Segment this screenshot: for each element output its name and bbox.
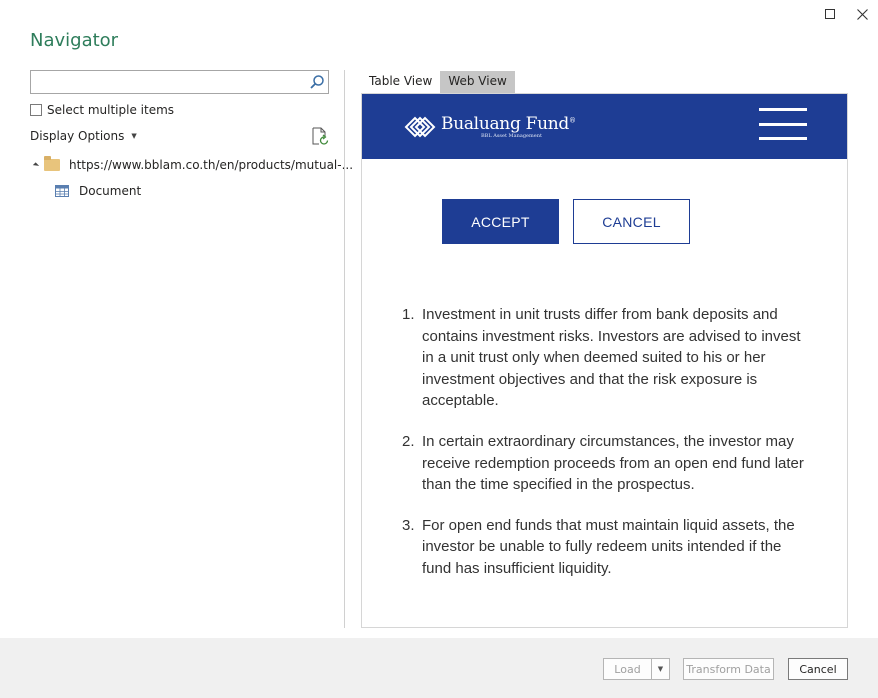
dialog-footer: Load ▼ Transform Data Cancel xyxy=(0,638,878,698)
close-button[interactable] xyxy=(852,4,872,24)
window-title: Navigator xyxy=(30,30,119,51)
web-view-preview[interactable]: Bualuang Fund® BBL Asset Management ACCE… xyxy=(361,93,848,628)
select-multiple-label: Select multiple items xyxy=(47,103,175,117)
search-input[interactable] xyxy=(31,71,301,93)
brand-name: Bualuang Fund xyxy=(441,113,570,134)
list-item: 3. For open end funds that must maintain… xyxy=(402,515,812,580)
tree-item-source[interactable]: https://www.bblam.co.th/en/products/mutu… xyxy=(32,156,354,172)
load-button[interactable]: Load xyxy=(603,658,652,680)
tree-item-document-label: Document xyxy=(79,184,142,198)
refresh-icon[interactable] xyxy=(311,127,329,146)
tree-item-document[interactable]: Document xyxy=(55,184,141,198)
list-item-text: For open end funds that must maintain li… xyxy=(422,516,795,577)
cancel-terms-button[interactable]: CANCEL xyxy=(573,199,690,244)
table-icon xyxy=(55,185,69,197)
close-icon xyxy=(856,8,868,20)
list-item-text: In certain extraordinary circumstances, … xyxy=(422,432,804,494)
select-multiple-checkbox[interactable] xyxy=(30,104,42,116)
tab-web-view[interactable]: Web View xyxy=(440,71,515,93)
site-logo[interactable]: Bualuang Fund® BBL Asset Management xyxy=(402,111,576,141)
list-item: 1. Investment in unit trusts differ from… xyxy=(402,304,812,412)
display-options-label: Display Options xyxy=(30,129,125,143)
panel-divider[interactable] xyxy=(344,70,345,628)
transform-data-button[interactable]: Transform Data xyxy=(683,658,774,680)
cancel-button[interactable]: Cancel xyxy=(788,658,848,680)
accept-button[interactable]: ACCEPT xyxy=(442,199,559,244)
select-multiple-toggle[interactable]: Select multiple items xyxy=(30,103,174,117)
expand-collapse-icon[interactable] xyxy=(32,161,40,169)
search-box[interactable] xyxy=(30,70,329,94)
maximize-button[interactable] xyxy=(820,4,840,24)
view-tabs: Table View Web View xyxy=(361,71,515,93)
load-dropdown-button[interactable]: ▼ xyxy=(651,658,670,680)
lotus-logo-icon xyxy=(404,116,436,138)
list-item-number: 2. xyxy=(402,432,415,450)
menu-hamburger-icon[interactable] xyxy=(759,108,807,140)
tab-table-view[interactable]: Table View xyxy=(361,71,440,93)
chevron-down-icon: ▼ xyxy=(131,132,137,140)
brand-mark: ® xyxy=(569,116,577,125)
search-icon[interactable] xyxy=(309,74,325,90)
chevron-down-icon: ▼ xyxy=(657,665,664,673)
list-item-number: 1. xyxy=(402,306,415,323)
display-options-dropdown[interactable]: Display Options ▼ xyxy=(30,129,137,143)
site-header: Bualuang Fund® BBL Asset Management xyxy=(362,94,847,159)
maximize-icon xyxy=(825,9,835,19)
terms-list: 1. Investment in unit trusts differ from… xyxy=(402,304,812,599)
folder-icon xyxy=(44,156,60,171)
list-item: 2. In certain extraordinary circumstance… xyxy=(402,431,812,496)
list-item-number: 3. xyxy=(402,516,415,534)
tree-item-source-label: https://www.bblam.co.th/en/products/mutu… xyxy=(69,158,354,172)
list-item-text: Investment in unit trusts differ from ba… xyxy=(422,306,801,410)
